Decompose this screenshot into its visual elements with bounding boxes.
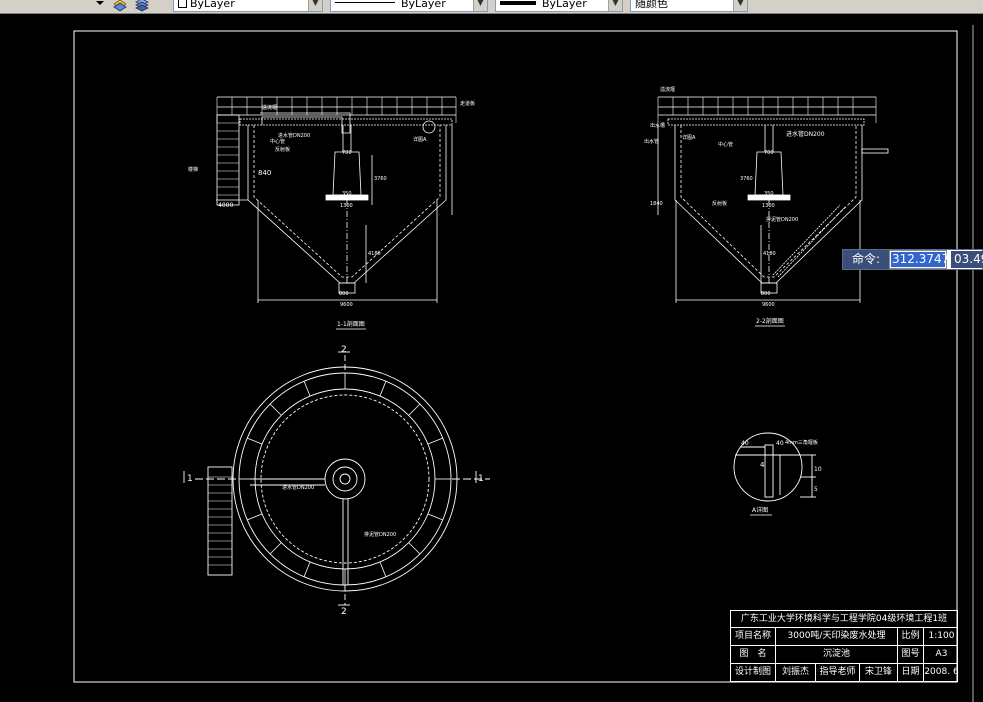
svg-text:800: 800 [761,291,771,297]
svg-text:3760: 3760 [740,176,753,182]
label-stairs: 楼梯 [188,166,198,173]
properties-toolbar: ByLayer ▼ ByLayer ▼ ByLayer ▼ 随颜色 ▼ [0,0,983,14]
label-walkway: 溢流堰 [262,104,277,111]
svg-text:进水管DN200: 进水管DN200 [786,130,825,138]
svg-text:详图A: 详图A [682,134,696,141]
drawing-row: 图 名 沉淀池 图号 A3 [731,646,957,664]
marker-2-bottom: 2 [341,607,347,617]
project-row: 项目名称 3000吨/天印染废水处理 比例 1:100 [731,628,957,646]
svg-text:9600: 9600 [340,302,353,308]
marker-2-top: 2 [341,345,347,355]
svg-text:3760: 3760 [374,176,387,182]
svg-text:4: 4 [760,461,765,469]
layer-previous-icon[interactable] [112,0,128,12]
plotstyle-select[interactable]: 随颜色 ▼ [630,0,748,12]
section-2-title: 2-2剖面图 [756,317,784,325]
svg-text:出水管: 出水管 [644,138,659,145]
label-center-pipe: 中心管 [270,138,285,145]
svg-text:1840: 1840 [650,201,663,207]
svg-text:4000: 4000 [218,202,233,209]
section-1-1 [216,96,457,303]
linetype-select[interactable]: ByLayer ▼ [330,0,488,12]
svg-text:排泥管DN200: 排泥管DN200 [766,216,798,223]
svg-text:840: 840 [258,169,271,177]
label-reflector: 反射板 [275,146,290,153]
svg-text:9600: 9600 [762,302,775,308]
chevron-down-icon[interactable]: ▼ [308,0,322,11]
svg-text:中心管: 中心管 [718,141,733,148]
dynamic-input-prompt[interactable]: 命令: 312.3747 03.49 [842,249,983,270]
label-plan-sludge: 排泥管DN200 [364,531,396,538]
svg-text:4mm三角堰板: 4mm三角堰板 [785,439,818,446]
svg-text:10: 10 [814,466,822,473]
detail-title: A详图 [752,506,768,514]
plan-view [183,351,490,606]
label-plan-inlet: 进水管DN200 [282,484,314,491]
org-row: 广东工业大学环境科学与工程学院04级环境工程1班 [731,611,957,628]
chevron-down-icon[interactable]: ▼ [608,0,622,11]
command-input[interactable]: 312.3747 [889,250,949,269]
section-1-title: 1-1剖面图 [337,320,365,328]
dropdown-arrow-icon[interactable] [92,0,108,12]
svg-text:700: 700 [764,150,774,156]
command-label: 命令: [843,250,889,269]
svg-text:4180: 4180 [368,251,381,257]
svg-text:5: 5 [814,486,818,493]
marker-1-left: 1 [187,474,193,484]
lineweight-select[interactable]: ByLayer ▼ [495,0,623,12]
drawing-canvas[interactable]: 溢流堰 走道板 进水管DN200 中心管 反射板 楼梯 详图A 700 350 … [0,15,983,702]
designer-row: 设计制图 刘振杰 指导老师 宋卫锋 日期 2008. 6 [731,664,959,682]
svg-text:1300: 1300 [340,203,353,209]
svg-text:40: 40 [741,440,749,447]
title-block: 广东工业大学环境科学与工程学院04级环境工程1班 项目名称 3000吨/天印染废… [730,610,959,682]
marker-1-right: 1 [478,474,484,484]
svg-text:800: 800 [339,291,349,297]
svg-text:4180: 4180 [763,251,776,257]
cad-drawing: 溢流堰 走道板 进水管DN200 中心管 反射板 楼梯 详图A 700 350 … [73,25,974,702]
label-handrail: 走道板 [460,100,475,107]
color-swatch-icon [178,0,187,8]
svg-text:溢流堰: 溢流堰 [660,86,675,93]
svg-text:350: 350 [342,191,352,197]
svg-text:1300: 1300 [762,203,775,209]
chevron-down-icon[interactable]: ▼ [473,0,487,11]
svg-text:350: 350 [764,191,774,197]
label-detail-a: 详图A [413,136,427,143]
label-inlet: 进水管DN200 [278,132,310,139]
svg-text:反射板: 反射板 [712,200,727,207]
chevron-down-icon[interactable]: ▼ [733,0,747,11]
outer-frame [73,30,958,683]
layer-states-icon[interactable] [134,0,150,12]
section-2-2 [657,96,889,303]
svg-text:出水槽: 出水槽 [650,122,665,129]
command-input-secondary[interactable]: 03.49 [951,251,983,268]
svg-text:700: 700 [342,150,352,156]
svg-text:40: 40 [776,440,784,447]
color-select[interactable]: ByLayer ▼ [173,0,323,12]
